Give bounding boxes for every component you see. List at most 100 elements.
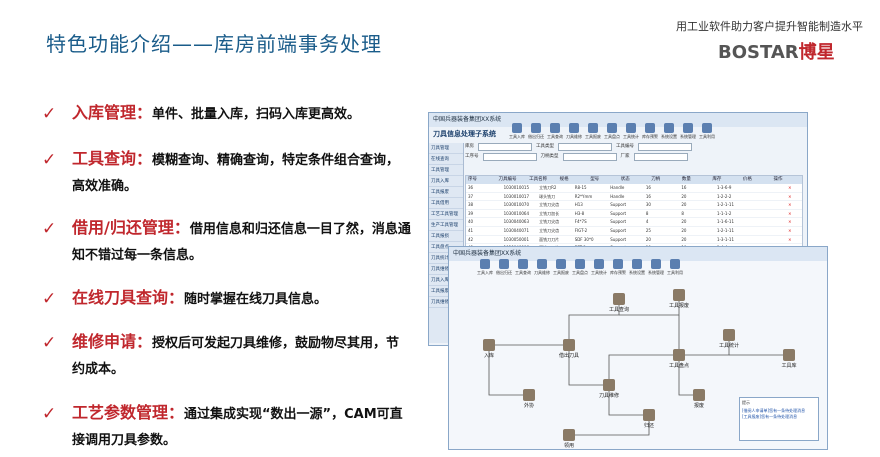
table-row[interactable]: 36 1030010015 立铣刀R2 R8-15 Handle 16 16 1-3-6-9 ✕ (466, 184, 802, 193)
flow-node[interactable]: 工具报废 (669, 289, 689, 309)
table-header-cell: 库存 (712, 177, 722, 182)
toolbar-button[interactable]: 系统设置 (661, 123, 677, 140)
table-cell: 8 (645, 210, 649, 216)
toolbar-button[interactable]: 刀具维修 (566, 123, 582, 140)
toolbar-label: 工具查询 (547, 134, 563, 139)
delete-icon[interactable]: ✕ (786, 236, 802, 244)
toolbar-button[interactable]: 借出归还 (496, 259, 512, 276)
table-row[interactable]: 39 1030010064 立铣刀加长 H3-8 Support 8 8 1-1-1-2 ✕ (466, 210, 802, 219)
delete-icon[interactable]: ✕ (786, 184, 802, 192)
tool-icon (518, 259, 528, 269)
sidebar-item[interactable]: 刀具管理 (429, 143, 463, 154)
toolbar-button[interactable]: 刀具维修 (534, 259, 550, 276)
table-row[interactable]: 42 1030050001 面铣刀刀片 SDF 30*0 Support 20 20 1-3-… (466, 236, 802, 245)
filter-field[interactable] (558, 143, 612, 151)
flow-node[interactable]: 工具盘点 (669, 349, 689, 369)
node-icon (643, 409, 655, 421)
table-header-cell: 工具名称 (529, 177, 548, 182)
toolbar-button[interactable]: 工具入库 (477, 259, 493, 276)
flow-node[interactable]: 归还 (643, 409, 655, 429)
brand-logo-cn: 博星 (798, 42, 835, 63)
filter-field[interactable] (633, 153, 688, 161)
sidebar-item[interactable]: 工具借用 (429, 198, 463, 209)
filter-label: 库房 (465, 144, 474, 149)
tool-icon (550, 123, 560, 133)
filter-field[interactable] (478, 143, 532, 151)
table-cell (751, 201, 787, 209)
flow-node[interactable]: 工具库 (781, 349, 797, 369)
filter-label: 刀柄类型 (540, 154, 559, 159)
toolbar-button[interactable]: 库存预警 (610, 259, 626, 276)
table-cell: 1030010017 (503, 193, 530, 199)
flow-node[interactable]: 报废 (693, 389, 705, 409)
toolbar-button[interactable]: 工具报废 (585, 123, 601, 140)
sidebar-item[interactable]: 工艺工具管理 (429, 209, 463, 220)
check-icon: ✓ (42, 333, 57, 353)
table-cell: 37 (468, 193, 474, 199)
table-row[interactable]: 41 1030040071 立铣刀尖齿 FIGT-2 Support 25 20 1-2-1-… (466, 227, 802, 236)
toolbar-button[interactable]: 工具利用 (699, 123, 715, 140)
tool-icon (594, 259, 604, 269)
popup-message[interactable]: [工具报废]您有一条待处理消息 (742, 414, 816, 420)
delete-icon[interactable]: ✕ (786, 201, 802, 209)
toolbar-button[interactable]: 工具盘点 (604, 123, 620, 140)
filter-label: 工序号 (465, 154, 479, 159)
flow-node[interactable]: 领用 (563, 429, 575, 449)
flow-node[interactable]: 工具查询 (609, 293, 629, 313)
check-icon: ✓ (42, 289, 57, 309)
toolbar-button[interactable]: 工具报废 (553, 259, 569, 276)
sidebar-item[interactable]: 刀具入库 (429, 176, 463, 187)
table-row[interactable]: 37 1030010017 球头铣刀 R2*Ymm Handle 16 20 1-2-2-2 ✕ (466, 193, 802, 202)
table-cell: 1-2-1-11 (716, 227, 734, 233)
sidebar-item[interactable]: 工具管理 (429, 165, 463, 176)
sidebar-item[interactable]: 工具报废 (429, 187, 463, 198)
table-cell: 20 (681, 202, 687, 208)
sidebar-item[interactable]: 工具报损 (429, 231, 463, 242)
system-title: 刀具信息处理子系统 (433, 130, 496, 138)
delete-icon[interactable]: ✕ (786, 227, 802, 235)
node-icon (563, 429, 575, 441)
flow-node[interactable]: 入库 (483, 339, 495, 359)
toolbar-button[interactable]: 工具查询 (547, 123, 563, 140)
flow-node[interactable]: 工具统计 (719, 329, 739, 349)
check-icon: ✓ (42, 404, 57, 424)
toolbar-button[interactable]: 工具查询 (515, 259, 531, 276)
toolbar-button[interactable]: 系统管理 (648, 259, 664, 276)
check-icon: ✓ (42, 219, 57, 239)
toolbar-button[interactable]: 工具统计 (591, 259, 607, 276)
table-header-cell: 状态 (620, 177, 630, 182)
node-label: 工具查询 (609, 306, 629, 313)
table-cell: Support (610, 202, 627, 208)
node-icon (603, 379, 615, 391)
flow-node[interactable]: 外协 (523, 389, 535, 409)
table-cell: 36 (468, 185, 474, 190)
node-label: 借出刀具 (559, 352, 579, 359)
toolbar-button[interactable]: 工具入库 (509, 123, 525, 140)
tool-icon (632, 259, 642, 269)
filter-field[interactable] (638, 143, 692, 151)
table-cell: 1-3-1-11 (716, 236, 734, 242)
sidebar-item[interactable]: 在线查询 (429, 154, 463, 165)
toolbar-button[interactable]: 工具盘点 (572, 259, 588, 276)
toolbar-button[interactable]: 工具利用 (667, 259, 683, 276)
toolbar-button[interactable]: 借出归还 (528, 123, 544, 140)
tool-icon (556, 259, 566, 269)
filter-field[interactable] (562, 153, 617, 161)
delete-icon[interactable]: ✕ (786, 218, 802, 226)
table-row[interactable]: 40 1030040063 立铣刀尖齿 F4*7S Support 4 20 1-1-6-11… (466, 218, 802, 227)
table-cell (751, 184, 787, 192)
delete-icon[interactable]: ✕ (786, 193, 802, 201)
toolbar-button[interactable]: 系统设置 (629, 259, 645, 276)
tool-icon (670, 259, 680, 269)
filter-field[interactable] (482, 153, 537, 161)
table-row[interactable]: 38 1030010070 立铣刀尖齿 H13 Support 30 20 1-2-1-11 ✕ (466, 201, 802, 210)
flow-node[interactable]: 借出刀具 (559, 339, 579, 359)
feature-name: 工艺参数管理： (72, 403, 185, 422)
notification-popup[interactable]: 提示 [借阅人申请单]您有一条待处理消息 [工具报废]您有一条待处理消息 (739, 397, 819, 441)
delete-icon[interactable]: ✕ (786, 210, 802, 218)
flow-node[interactable]: 刀具维修 (599, 379, 619, 399)
toolbar-button[interactable]: 系统管理 (680, 123, 696, 140)
sidebar-item[interactable]: 生产工具管理 (429, 220, 463, 231)
toolbar-button[interactable]: 库存预警 (642, 123, 658, 140)
toolbar-button[interactable]: 工具统计 (623, 123, 639, 140)
